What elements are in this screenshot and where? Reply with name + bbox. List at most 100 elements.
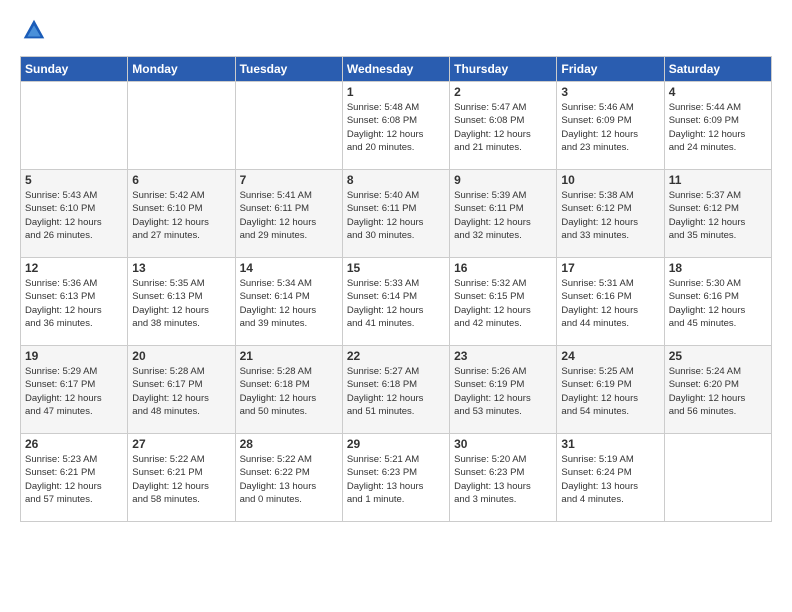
day-info: Sunrise: 5:42 AMSunset: 6:10 PMDaylight:… bbox=[132, 189, 230, 242]
day-info: Sunrise: 5:25 AMSunset: 6:19 PMDaylight:… bbox=[561, 365, 659, 418]
page: SundayMondayTuesdayWednesdayThursdayFrid… bbox=[0, 0, 792, 532]
day-info: Sunrise: 5:38 AMSunset: 6:12 PMDaylight:… bbox=[561, 189, 659, 242]
day-cell bbox=[128, 82, 235, 170]
day-cell: 24 Sunrise: 5:25 AMSunset: 6:19 PMDayligh… bbox=[557, 346, 664, 434]
day-cell bbox=[235, 82, 342, 170]
day-cell: 12Sunrise: 5:36 AMSunset: 6:13 PMDayligh… bbox=[21, 258, 128, 346]
day-cell: 3 Sunrise: 5:46 AMSunset: 6:09 PMDaylight… bbox=[557, 82, 664, 170]
day-info: Sunrise: 5:33 AMSunset: 6:14 PMDaylight:… bbox=[347, 277, 445, 330]
day-number: 23 bbox=[454, 349, 552, 363]
day-info: Sunrise: 5:31 AMSunset: 6:16 PMDaylight:… bbox=[561, 277, 659, 330]
day-number: 4 bbox=[669, 85, 767, 99]
day-cell: 5Sunrise: 5:43 AMSunset: 6:10 PMDaylight… bbox=[21, 170, 128, 258]
week-row-2: 12Sunrise: 5:36 AMSunset: 6:13 PMDayligh… bbox=[21, 258, 772, 346]
day-cell: 29 Sunrise: 5:21 AMSunset: 6:23 PMDayligh… bbox=[342, 434, 449, 522]
day-info: Sunrise: 5:32 AMSunset: 6:15 PMDaylight:… bbox=[454, 277, 552, 330]
weekday-header-sunday: Sunday bbox=[21, 57, 128, 82]
day-number: 27 bbox=[132, 437, 230, 451]
day-cell: 28 Sunrise: 5:22 AMSunset: 6:22 PMDayligh… bbox=[235, 434, 342, 522]
day-number: 26 bbox=[25, 437, 123, 451]
day-cell: 13Sunrise: 5:35 AMSunset: 6:13 PMDayligh… bbox=[128, 258, 235, 346]
day-number: 1 bbox=[347, 85, 445, 99]
day-number: 31 bbox=[561, 437, 659, 451]
day-info: Sunrise: 5:40 AMSunset: 6:11 PMDaylight:… bbox=[347, 189, 445, 242]
day-cell bbox=[664, 434, 771, 522]
day-number: 6 bbox=[132, 173, 230, 187]
day-number: 21 bbox=[240, 349, 338, 363]
day-number: 10 bbox=[561, 173, 659, 187]
day-cell: 8 Sunrise: 5:40 AMSunset: 6:11 PMDaylight… bbox=[342, 170, 449, 258]
weekday-header-row: SundayMondayTuesdayWednesdayThursdayFrid… bbox=[21, 57, 772, 82]
day-info: Sunrise: 5:48 AMSunset: 6:08 PMDaylight:… bbox=[347, 101, 445, 154]
day-number: 11 bbox=[669, 173, 767, 187]
day-cell: 15 Sunrise: 5:33 AMSunset: 6:14 PMDayligh… bbox=[342, 258, 449, 346]
day-number: 29 bbox=[347, 437, 445, 451]
day-cell: 4 Sunrise: 5:44 AMSunset: 6:09 PMDaylight… bbox=[664, 82, 771, 170]
day-info: Sunrise: 5:28 AMSunset: 6:17 PMDaylight:… bbox=[132, 365, 230, 418]
day-number: 15 bbox=[347, 261, 445, 275]
day-info: Sunrise: 5:37 AMSunset: 6:12 PMDaylight:… bbox=[669, 189, 767, 242]
day-cell: 31Sunrise: 5:19 AMSunset: 6:24 PMDayligh… bbox=[557, 434, 664, 522]
day-cell: 1 Sunrise: 5:48 AMSunset: 6:08 PMDaylight… bbox=[342, 82, 449, 170]
day-cell: 17 Sunrise: 5:31 AMSunset: 6:16 PMDayligh… bbox=[557, 258, 664, 346]
day-info: Sunrise: 5:47 AMSunset: 6:08 PMDaylight:… bbox=[454, 101, 552, 154]
day-number: 28 bbox=[240, 437, 338, 451]
day-number: 8 bbox=[347, 173, 445, 187]
logo-icon bbox=[20, 16, 48, 44]
day-number: 14 bbox=[240, 261, 338, 275]
day-number: 3 bbox=[561, 85, 659, 99]
weekday-header-friday: Friday bbox=[557, 57, 664, 82]
day-info: Sunrise: 5:21 AMSunset: 6:23 PMDaylight:… bbox=[347, 453, 445, 506]
day-number: 25 bbox=[669, 349, 767, 363]
week-row-0: 1 Sunrise: 5:48 AMSunset: 6:08 PMDaylight… bbox=[21, 82, 772, 170]
day-cell: 16Sunrise: 5:32 AMSunset: 6:15 PMDayligh… bbox=[450, 258, 557, 346]
day-info: Sunrise: 5:29 AMSunset: 6:17 PMDaylight:… bbox=[25, 365, 123, 418]
day-info: Sunrise: 5:39 AMSunset: 6:11 PMDaylight:… bbox=[454, 189, 552, 242]
day-info: Sunrise: 5:26 AMSunset: 6:19 PMDaylight:… bbox=[454, 365, 552, 418]
day-info: Sunrise: 5:30 AMSunset: 6:16 PMDaylight:… bbox=[669, 277, 767, 330]
day-number: 18 bbox=[669, 261, 767, 275]
day-cell: 7 Sunrise: 5:41 AMSunset: 6:11 PMDaylight… bbox=[235, 170, 342, 258]
day-number: 9 bbox=[454, 173, 552, 187]
day-cell: 6 Sunrise: 5:42 AMSunset: 6:10 PMDaylight… bbox=[128, 170, 235, 258]
day-number: 22 bbox=[347, 349, 445, 363]
week-row-1: 5Sunrise: 5:43 AMSunset: 6:10 PMDaylight… bbox=[21, 170, 772, 258]
day-info: Sunrise: 5:41 AMSunset: 6:11 PMDaylight:… bbox=[240, 189, 338, 242]
day-info: Sunrise: 5:20 AMSunset: 6:23 PMDaylight:… bbox=[454, 453, 552, 506]
header bbox=[20, 16, 772, 44]
day-cell: 22 Sunrise: 5:27 AMSunset: 6:18 PMDayligh… bbox=[342, 346, 449, 434]
logo bbox=[20, 16, 52, 44]
day-info: Sunrise: 5:44 AMSunset: 6:09 PMDaylight:… bbox=[669, 101, 767, 154]
weekday-header-wednesday: Wednesday bbox=[342, 57, 449, 82]
day-cell: 30 Sunrise: 5:20 AMSunset: 6:23 PMDayligh… bbox=[450, 434, 557, 522]
day-number: 17 bbox=[561, 261, 659, 275]
day-cell bbox=[21, 82, 128, 170]
day-info: Sunrise: 5:22 AMSunset: 6:21 PMDaylight:… bbox=[132, 453, 230, 506]
day-cell: 26 Sunrise: 5:23 AMSunset: 6:21 PMDayligh… bbox=[21, 434, 128, 522]
day-info: Sunrise: 5:24 AMSunset: 6:20 PMDaylight:… bbox=[669, 365, 767, 418]
week-row-3: 19 Sunrise: 5:29 AMSunset: 6:17 PMDayligh… bbox=[21, 346, 772, 434]
day-info: Sunrise: 5:27 AMSunset: 6:18 PMDaylight:… bbox=[347, 365, 445, 418]
weekday-header-monday: Monday bbox=[128, 57, 235, 82]
day-info: Sunrise: 5:46 AMSunset: 6:09 PMDaylight:… bbox=[561, 101, 659, 154]
day-number: 13 bbox=[132, 261, 230, 275]
day-number: 30 bbox=[454, 437, 552, 451]
day-info: Sunrise: 5:23 AMSunset: 6:21 PMDaylight:… bbox=[25, 453, 123, 506]
day-number: 2 bbox=[454, 85, 552, 99]
day-number: 19 bbox=[25, 349, 123, 363]
day-cell: 18 Sunrise: 5:30 AMSunset: 6:16 PMDayligh… bbox=[664, 258, 771, 346]
day-cell: 27 Sunrise: 5:22 AMSunset: 6:21 PMDayligh… bbox=[128, 434, 235, 522]
day-cell: 14 Sunrise: 5:34 AMSunset: 6:14 PMDayligh… bbox=[235, 258, 342, 346]
day-info: Sunrise: 5:34 AMSunset: 6:14 PMDaylight:… bbox=[240, 277, 338, 330]
day-number: 24 bbox=[561, 349, 659, 363]
day-number: 7 bbox=[240, 173, 338, 187]
weekday-header-tuesday: Tuesday bbox=[235, 57, 342, 82]
calendar: SundayMondayTuesdayWednesdayThursdayFrid… bbox=[20, 56, 772, 522]
day-cell: 23 Sunrise: 5:26 AMSunset: 6:19 PMDayligh… bbox=[450, 346, 557, 434]
day-cell: 11 Sunrise: 5:37 AMSunset: 6:12 PMDayligh… bbox=[664, 170, 771, 258]
day-info: Sunrise: 5:22 AMSunset: 6:22 PMDaylight:… bbox=[240, 453, 338, 506]
day-info: Sunrise: 5:36 AMSunset: 6:13 PMDaylight:… bbox=[25, 277, 123, 330]
day-cell: 20Sunrise: 5:28 AMSunset: 6:17 PMDayligh… bbox=[128, 346, 235, 434]
day-cell: 10 Sunrise: 5:38 AMSunset: 6:12 PMDayligh… bbox=[557, 170, 664, 258]
day-number: 5 bbox=[25, 173, 123, 187]
